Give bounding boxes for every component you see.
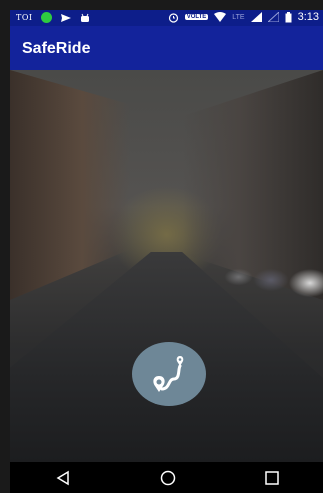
route-button[interactable] bbox=[132, 342, 206, 406]
app-bar: SafeRide bbox=[10, 26, 323, 70]
status-bar: TOI VOLTE LTE 3:13 bbox=[10, 10, 323, 26]
street-background-image bbox=[10, 70, 323, 462]
signal-empty-icon bbox=[267, 12, 279, 22]
wifi-icon bbox=[214, 12, 227, 22]
route-icon bbox=[153, 356, 184, 392]
back-icon[interactable] bbox=[55, 470, 71, 486]
status-left-icons: TOI bbox=[16, 12, 90, 23]
status-time: 3:13 bbox=[297, 11, 319, 23]
volte-badge: VOLTE bbox=[184, 14, 209, 20]
send-icon bbox=[60, 13, 71, 22]
status-right-icons: VOLTE LTE 3:13 bbox=[168, 11, 319, 23]
left-buildings bbox=[10, 70, 130, 300]
battery-icon bbox=[285, 11, 292, 22]
whatsapp-icon bbox=[40, 12, 52, 23]
alarm-icon bbox=[168, 12, 178, 23]
app-title: SafeRide bbox=[22, 40, 91, 57]
navigation-bar bbox=[10, 462, 323, 493]
signal-icon bbox=[250, 12, 262, 22]
recents-icon[interactable] bbox=[264, 470, 279, 485]
parked-cars bbox=[193, 250, 323, 310]
android-icon bbox=[80, 13, 89, 22]
home-icon[interactable] bbox=[160, 470, 176, 486]
toi-app-icon: TOI bbox=[16, 13, 33, 22]
lte-label: LTE bbox=[232, 13, 245, 21]
